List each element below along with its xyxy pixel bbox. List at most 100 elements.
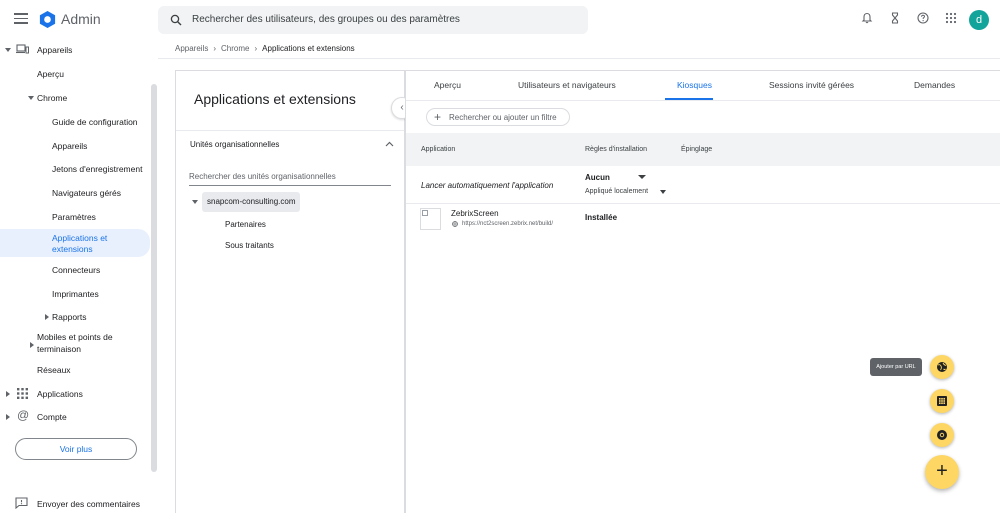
applied-locally-label[interactable]: Appliqué localement: [585, 188, 648, 195]
app-url: https://nct2screen.zebrix.net/build/: [462, 221, 554, 227]
app-name[interactable]: ZebrixScreen: [451, 209, 499, 218]
chevron-up-icon[interactable]: [385, 141, 394, 147]
search-icon: [170, 14, 182, 26]
sidebar-item-networks[interactable]: Réseaux: [0, 360, 150, 380]
org-unit-root[interactable]: snapcom-consulting.com: [202, 192, 301, 212]
sidebar-item-label: Guide de configuration: [52, 117, 138, 127]
sidebar-item-label: Navigateurs gérés: [52, 188, 121, 198]
apps-grid-icon[interactable]: [945, 12, 957, 24]
sidebar-item-label: Aperçu: [37, 69, 64, 79]
sidebar-item-label: Imprimantes: [52, 289, 99, 299]
org-units-header[interactable]: Unités organisationnelles: [190, 140, 279, 149]
table-row[interactable]: ZebrixScreen https://nct2screen.zebrix.n…: [406, 205, 1000, 235]
search-input[interactable]: Rechercher des utilisateurs, des groupes…: [192, 14, 460, 25]
column-header-pinning[interactable]: Épinglage: [681, 146, 712, 153]
sidebar-item-label: Applications et: [52, 233, 108, 243]
broken-image-icon: [422, 210, 428, 216]
sidebar-item-connectors[interactable]: Connecteurs: [0, 260, 150, 280]
autolaunch-row: Lancer automatiquement l'application Auc…: [406, 166, 1000, 204]
sidebar-item-settings[interactable]: Paramètres: [0, 207, 150, 227]
search-underline: [189, 185, 391, 186]
tab-overview[interactable]: Aperçu: [434, 80, 461, 90]
sidebar-item-setup-guide[interactable]: Guide de configuration: [0, 112, 150, 132]
sidebar-item-label: Compte: [37, 412, 67, 422]
add-by-url-tooltip: Ajouter par URL: [870, 358, 922, 376]
tab-managed-guest-sessions[interactable]: Sessions invité gérées: [769, 80, 854, 90]
user-avatar[interactable]: d: [969, 10, 989, 30]
install-status[interactable]: Installée: [585, 213, 617, 222]
add-from-chrome-web-store-button[interactable]: [930, 423, 954, 447]
sidebar-item-chrome[interactable]: Chrome: [0, 88, 150, 108]
sidebar-item-label: Chrome: [37, 93, 68, 103]
sidebar-item-mobile-endpoints[interactable]: Mobiles et points de terminaison: [0, 330, 150, 358]
tasks-hourglass-icon[interactable]: [889, 12, 901, 24]
sidebar-item-applications[interactable]: Applications: [0, 384, 150, 404]
sidebar-item-apps-extensions[interactable]: Applications et extensions: [0, 229, 150, 257]
org-unit-search-input[interactable]: Rechercher des unités organisationnelles: [189, 172, 391, 181]
sidebar-item-account[interactable]: @ Compte: [0, 407, 150, 427]
tab-kiosks[interactable]: Kiosques: [677, 80, 712, 90]
sidebar-item-label: Appareils: [52, 141, 88, 151]
see-more-button[interactable]: Voir plus: [15, 438, 137, 460]
sidebar-nav: Appareils Aperçu Chrome Guide de configu…: [0, 40, 158, 513]
page-title: Applications et extensions: [194, 91, 356, 107]
feedback-label: Envoyer des commentaires: [37, 499, 140, 509]
dropdown-arrow-icon[interactable]: [660, 190, 666, 194]
expand-caret-icon: [6, 391, 10, 397]
breadcrumb-item-chrome[interactable]: Chrome: [221, 44, 249, 53]
autolaunch-select[interactable]: Aucun: [585, 173, 610, 182]
sidebar-item-label: Applications: [37, 389, 83, 399]
apps-tile-icon: [937, 396, 947, 406]
chevron-left-icon: ‹: [400, 102, 404, 113]
org-unit-subcontractors[interactable]: Sous traitants: [225, 241, 274, 250]
sidebar-item-label-line2: terminaison: [37, 344, 81, 354]
app-thumbnail: [420, 208, 441, 230]
breadcrumb-separator: ›: [213, 44, 217, 53]
sidebar-item-devices[interactable]: Appareils: [0, 40, 150, 60]
main-menu-icon[interactable]: [14, 13, 28, 25]
admin-logo-icon[interactable]: [38, 10, 57, 29]
feedback-icon: [15, 497, 28, 509]
expand-caret-icon[interactable]: [192, 200, 198, 204]
breadcrumb-item-devices[interactable]: Appareils: [175, 44, 208, 53]
tab-divider: [406, 100, 1000, 101]
dropdown-arrow-icon[interactable]: [638, 175, 646, 179]
add-filter-chip[interactable]: + Rechercher ou ajouter un filtre: [426, 108, 570, 126]
sidebar-item-chrome-devices[interactable]: Appareils: [0, 136, 150, 156]
expand-caret-icon: [45, 314, 49, 320]
sidebar-item-label: Connecteurs: [52, 265, 101, 275]
globe-icon: [937, 362, 947, 372]
breadcrumb: Appareils › Chrome › Applications et extensi…: [175, 44, 355, 53]
expand-caret-icon: [28, 96, 34, 100]
sidebar-item-label: Réseaux: [37, 365, 71, 375]
tab-requests[interactable]: Demandes: [914, 80, 955, 90]
sidebar-scrollbar[interactable]: [151, 84, 157, 472]
sidebar-item-reports[interactable]: Rapports: [0, 307, 150, 327]
help-icon[interactable]: [917, 12, 929, 24]
filter-chip-label: Rechercher ou ajouter un filtre: [449, 113, 557, 122]
add-app-button[interactable]: +: [925, 455, 959, 489]
tab-users-browsers[interactable]: Utilisateurs et navigateurs: [518, 80, 616, 90]
sidebar-item-label: Mobiles et points de: [37, 332, 113, 342]
global-search-box[interactable]: Rechercher des utilisateurs, des groupes…: [158, 6, 588, 34]
column-header-application[interactable]: Application: [421, 146, 455, 153]
sidebar-item-overview[interactable]: Aperçu: [0, 64, 150, 84]
sidebar-item-printers[interactable]: Imprimantes: [0, 284, 150, 304]
header-divider: [158, 58, 1000, 59]
notifications-bell-icon[interactable]: [861, 12, 873, 24]
autolaunch-label: Lancer automatiquement l'application: [421, 181, 554, 190]
at-sign-icon: @: [17, 408, 30, 422]
org-unit-panel: Applications et extensions Unités organi…: [175, 70, 405, 513]
sidebar-item-label-line2: extensions: [52, 244, 93, 254]
sidebar-item-enrollment-tokens[interactable]: Jetons d'enregistrement: [0, 159, 150, 179]
add-by-url-button[interactable]: [930, 355, 954, 379]
settings-panel: Aperçu Utilisateurs et navigateurs Kiosq…: [405, 70, 1000, 513]
column-header-install-policy[interactable]: Règles d'installation: [585, 146, 647, 153]
chrome-icon: [937, 430, 947, 440]
panel-divider: [176, 130, 404, 131]
add-from-private-apps-button[interactable]: [930, 389, 954, 413]
plus-icon: +: [434, 110, 442, 124]
breadcrumb-item-current: Applications et extensions: [262, 44, 355, 53]
sidebar-item-managed-browsers[interactable]: Navigateurs gérés: [0, 183, 150, 203]
org-unit-partners[interactable]: Partenaires: [225, 220, 266, 229]
